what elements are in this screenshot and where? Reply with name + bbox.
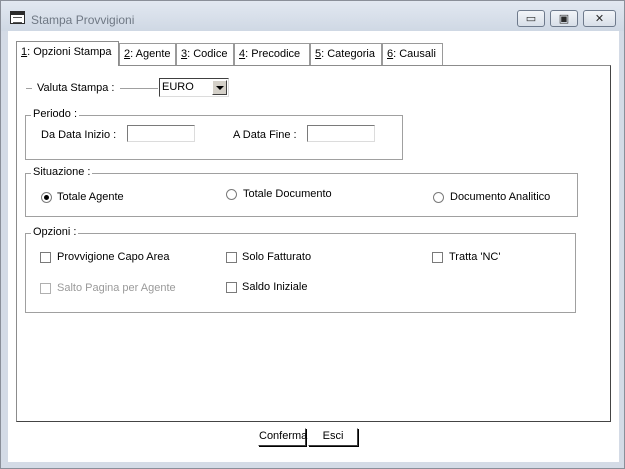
tab-label: : Codice <box>187 48 228 60</box>
valuta-value: EURO <box>162 81 194 93</box>
checkbox-salto-pagina <box>40 283 51 294</box>
opzioni-title: Opzioni : <box>31 226 79 238</box>
window-title: Stampa Provvigioni <box>31 13 135 27</box>
close-button[interactable]: ✕ <box>583 10 616 27</box>
radio-label: Documento Analitico <box>450 191 551 203</box>
title-bar[interactable]: Stampa Provvigioni ▭ ▣ ✕ <box>1 1 624 31</box>
tab-label: : Categoria <box>321 48 375 60</box>
divider <box>120 88 158 89</box>
to-date-label: A Data Fine : <box>233 129 297 141</box>
radio-label: Totale Agente <box>57 191 124 203</box>
tab-codice[interactable]: 3: Codice <box>176 43 234 65</box>
maximize-button[interactable]: ▣ <box>550 10 578 27</box>
tab-precodice[interactable]: 4: Precodice <box>234 43 310 65</box>
checkbox-label: Saldo Iniziale <box>242 281 308 293</box>
tab-opzioni-stampa[interactable]: 1: Opzioni Stampa <box>16 41 119 66</box>
checkbox-solo-fatturato[interactable] <box>226 252 237 263</box>
checkbox-label: Provvigione Capo Area <box>57 251 170 263</box>
tab-categoria[interactable]: 5: Categoria <box>310 43 382 65</box>
tab-label: : Precodice <box>245 48 301 60</box>
minimize-icon: ▭ <box>525 12 537 25</box>
checkbox-tratta-nc[interactable] <box>432 252 443 263</box>
chevron-down-icon[interactable] <box>212 80 227 95</box>
tab-label: : Causali <box>393 48 436 60</box>
app-icon <box>10 11 25 24</box>
to-date-input[interactable] <box>307 125 375 142</box>
minimize-button[interactable]: ▭ <box>517 10 545 27</box>
periodo-title: Periodo : <box>31 108 80 120</box>
checkbox-label: Solo Fatturato <box>242 251 312 263</box>
dialog-window: Stampa Provvigioni ▭ ▣ ✕ 1: Opzioni Stam… <box>0 0 625 469</box>
esci-button[interactable]: Esci <box>308 428 358 446</box>
valuta-select[interactable]: EURO <box>159 78 229 97</box>
tab-label: : Agente <box>130 48 171 60</box>
checkbox-label: Tratta 'NC' <box>449 251 501 263</box>
radio-totale-agente[interactable] <box>41 192 52 203</box>
client-area: 1: Opzioni Stampa 2: Agente 3: Codice 4:… <box>8 31 619 462</box>
opzioni-group: Opzioni : <box>25 226 576 313</box>
radio-documento-analitico[interactable] <box>433 192 444 203</box>
checkbox-label: Salto Pagina per Agente <box>57 282 176 294</box>
close-icon: ✕ <box>594 12 605 25</box>
tab-label: : Opzioni Stampa <box>27 46 112 58</box>
checkbox-provvigione-capo-area[interactable] <box>40 252 51 263</box>
tab-causali[interactable]: 6: Causali <box>382 43 443 65</box>
tab-agente[interactable]: 2: Agente <box>119 43 176 65</box>
conferma-button[interactable]: Conferma <box>258 428 307 446</box>
from-date-label: Da Data Inizio : <box>41 129 117 141</box>
checkbox-saldo-iniziale[interactable] <box>226 282 237 293</box>
from-date-input[interactable] <box>127 125 195 142</box>
maximize-icon: ▣ <box>558 12 570 25</box>
valuta-label: Valuta Stampa : <box>37 82 115 94</box>
situazione-title: Situazione : <box>31 166 93 178</box>
radio-totale-documento[interactable] <box>226 189 237 200</box>
divider <box>26 88 32 89</box>
radio-label: Totale Documento <box>243 188 332 200</box>
